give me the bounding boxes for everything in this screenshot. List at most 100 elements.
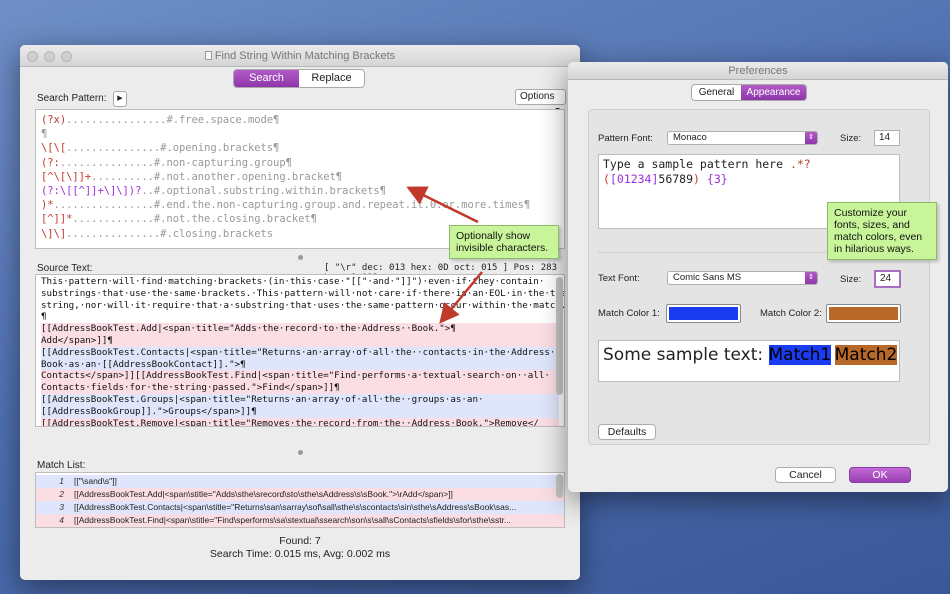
match-list: 1 [["\sand\s"]] 2 [[AddressBookTest.Add|<sp… <box>35 472 565 528</box>
split-handle[interactable] <box>298 255 303 260</box>
main-window: Find String Within Matching Brackets Sea… <box>20 45 580 580</box>
sample-pattern-token: {3} <box>699 172 728 186</box>
search-pattern-label: Search Pattern: <box>37 93 107 104</box>
pattern-line: (?x)................#.free.space.mode¶ <box>41 113 559 127</box>
updown-icon: ⇕ <box>805 132 817 144</box>
search-time: Search Time: 0.015 ms, Avg: 0.002 ms <box>209 548 391 560</box>
pattern-token: [^]]* <box>41 213 73 226</box>
pattern-font-label: Pattern Font: <box>598 133 653 144</box>
pattern-token: ................#.end.the.non-capturing.… <box>53 199 531 212</box>
tab-general[interactable]: General <box>692 85 741 100</box>
close-window-button[interactable] <box>27 51 38 62</box>
match-color-2-fill <box>829 307 898 320</box>
pattern-token: \]\] <box>41 227 67 240</box>
prefs-tabs: General Appearance <box>691 84 807 101</box>
pattern-token: (?x) <box>41 114 67 126</box>
match-number: 2 <box>59 489 64 499</box>
source-line: Book·as·an·[[AddressBookContact]].">¶ <box>41 358 559 371</box>
pattern-token: ................#.free.space.mode¶ <box>66 114 280 126</box>
tab-appearance[interactable]: Appearance <box>741 85 806 100</box>
source-line: [[AddressBookGroup]].">Groups</span>]]¶ <box>41 405 559 418</box>
match-text: [[AddressBookTest.Find|<span\stitle="Fin… <box>74 515 512 525</box>
sample-pattern-token: Type a sample pattern here <box>603 157 790 171</box>
main-window-title: Find String Within Matching Brackets <box>214 50 396 62</box>
minimize-window-button[interactable] <box>44 51 55 62</box>
match-row[interactable]: 4 [[AddressBookTest.Find|<span\stitle="Fi… <box>36 514 564 527</box>
pattern-token: .............#.not.the.closing.bracket¶ <box>72 213 317 226</box>
match-color-2-well[interactable] <box>826 304 901 323</box>
source-line: [[AddressBookTest.Add|<span·title="Adds·… <box>41 323 559 335</box>
prefs-window-title: Preferences <box>728 65 788 77</box>
text-size-label: Size: <box>840 274 862 285</box>
sample-pattern-token: 56789 <box>658 172 694 186</box>
options-button[interactable]: Options ▼ <box>515 89 566 114</box>
pattern-token: )* <box>41 199 54 212</box>
text-size-field[interactable]: 24 <box>874 270 901 288</box>
sample-pattern-token: ) <box>693 172 700 186</box>
match2-sample: Match2 <box>834 345 898 365</box>
document-icon <box>204 51 212 60</box>
pattern-line: \[\[...............#.opening.brackets¶ <box>41 141 559 155</box>
match-number: 4 <box>59 515 64 525</box>
match-color-2-label: Match Color 2: <box>760 308 822 319</box>
pattern-line: (?:...............#.non-capturing.group¶ <box>41 156 559 170</box>
sample-pattern-token: ( <box>603 172 610 186</box>
match-color-1-well[interactable] <box>666 304 741 323</box>
source-line: This·pattern·will·find·matching·brackets… <box>41 276 545 287</box>
source-line: [[AddressBookTest.Remove|<span·title="Re… <box>41 417 559 426</box>
defaults-button[interactable]: Defaults <box>598 424 656 440</box>
options-label: Options <box>520 91 555 102</box>
tab-replace[interactable]: Replace <box>299 70 364 87</box>
mode-tabs: Search Replace <box>233 69 365 88</box>
pattern-token: ...............#.opening.brackets¶ <box>66 142 280 155</box>
pattern-font-select[interactable]: Monaco ⇕ <box>667 131 818 145</box>
pattern-token: ..#.optional.substring.within.brackets¶ <box>141 184 386 197</box>
sample-text-preview[interactable]: Some sample text: Match1 Match2 <box>598 340 900 382</box>
zoom-window-button[interactable] <box>61 51 72 62</box>
match1-sample: Match1 <box>768 345 832 365</box>
source-text-editor[interactable]: This·pattern·will·find·matching·brackets… <box>35 274 565 427</box>
found-count: Found: 7 <box>279 535 321 547</box>
source-line: ¶ <box>41 311 47 323</box>
source-line: [[AddressBookTest.Groups|<span·title="Re… <box>41 393 559 406</box>
source-scrollbar[interactable] <box>556 277 563 395</box>
ok-button[interactable]: OK <box>849 467 911 483</box>
match-list-scrollbar[interactable] <box>556 474 563 498</box>
sample-text: Some sample text: <box>603 345 769 365</box>
source-line: Contacts</span>]][[AddressBookTest.Find|… <box>41 370 559 383</box>
cancel-button[interactable]: Cancel <box>775 467 836 483</box>
pattern-token: [^\[\]]+ <box>41 170 92 183</box>
updown-icon-2: ⇕ <box>805 272 817 284</box>
match-number: 1 <box>59 476 64 486</box>
match-row[interactable]: 1 [["\sand\s"]] <box>36 475 564 488</box>
pattern-size-field[interactable]: 14 <box>874 130 900 146</box>
match-number: 3 <box>59 502 64 512</box>
sample-pattern-token: .*? <box>789 157 811 171</box>
text-font-select[interactable]: Comic Sans MS ⇕ <box>667 271 818 285</box>
pattern-token: ...............#.non-capturing.group¶ <box>59 156 292 169</box>
match-color-1-label: Match Color 1: <box>598 308 660 319</box>
match-text: [[AddressBookTest.Contacts|<span\stitle=… <box>74 502 517 512</box>
tab-search[interactable]: Search <box>234 70 299 87</box>
source-text-label: Source Text: <box>37 263 93 274</box>
text-font-label: Text Font: <box>598 273 640 284</box>
callout-customize: Customize your fonts, sizes, and match c… <box>827 202 937 260</box>
pattern-font-value: Monaco <box>673 132 707 143</box>
match-row[interactable]: 3 [[AddressBookTest.Contacts|<span\stitle… <box>36 501 564 514</box>
pattern-size-label: Size: <box>840 133 862 144</box>
pattern-token: (?: <box>41 156 60 169</box>
source-line: substrings·that·use·the·same·brackets.·T… <box>41 287 565 299</box>
match-color-1-fill <box>669 307 738 320</box>
match-text: [[AddressBookTest.Add|<span\stitle="Adds… <box>74 489 453 499</box>
pattern-token: ..........#.not.another.opening.bracket¶ <box>91 170 343 183</box>
split-handle-2[interactable] <box>298 450 303 455</box>
prefs-titlebar: Preferences <box>568 62 948 80</box>
source-line: [[AddressBookTest.Contacts|<span·title="… <box>41 346 559 359</box>
source-line: Add</span>]]¶ <box>41 334 559 347</box>
pattern-token: ¶ <box>41 128 48 141</box>
play-icon[interactable]: ▶ <box>113 91 127 107</box>
sample-pattern-token: [01234] <box>609 172 659 186</box>
source-line: string,·nor·will·it·require·that·a·subst… <box>41 299 565 311</box>
pattern-line: (?:\[[^]]+\]\])?..#.optional.substring.w… <box>41 184 559 198</box>
match-row[interactable]: 2 [[AddressBookTest.Add|<span\stitle="Add… <box>36 488 564 501</box>
